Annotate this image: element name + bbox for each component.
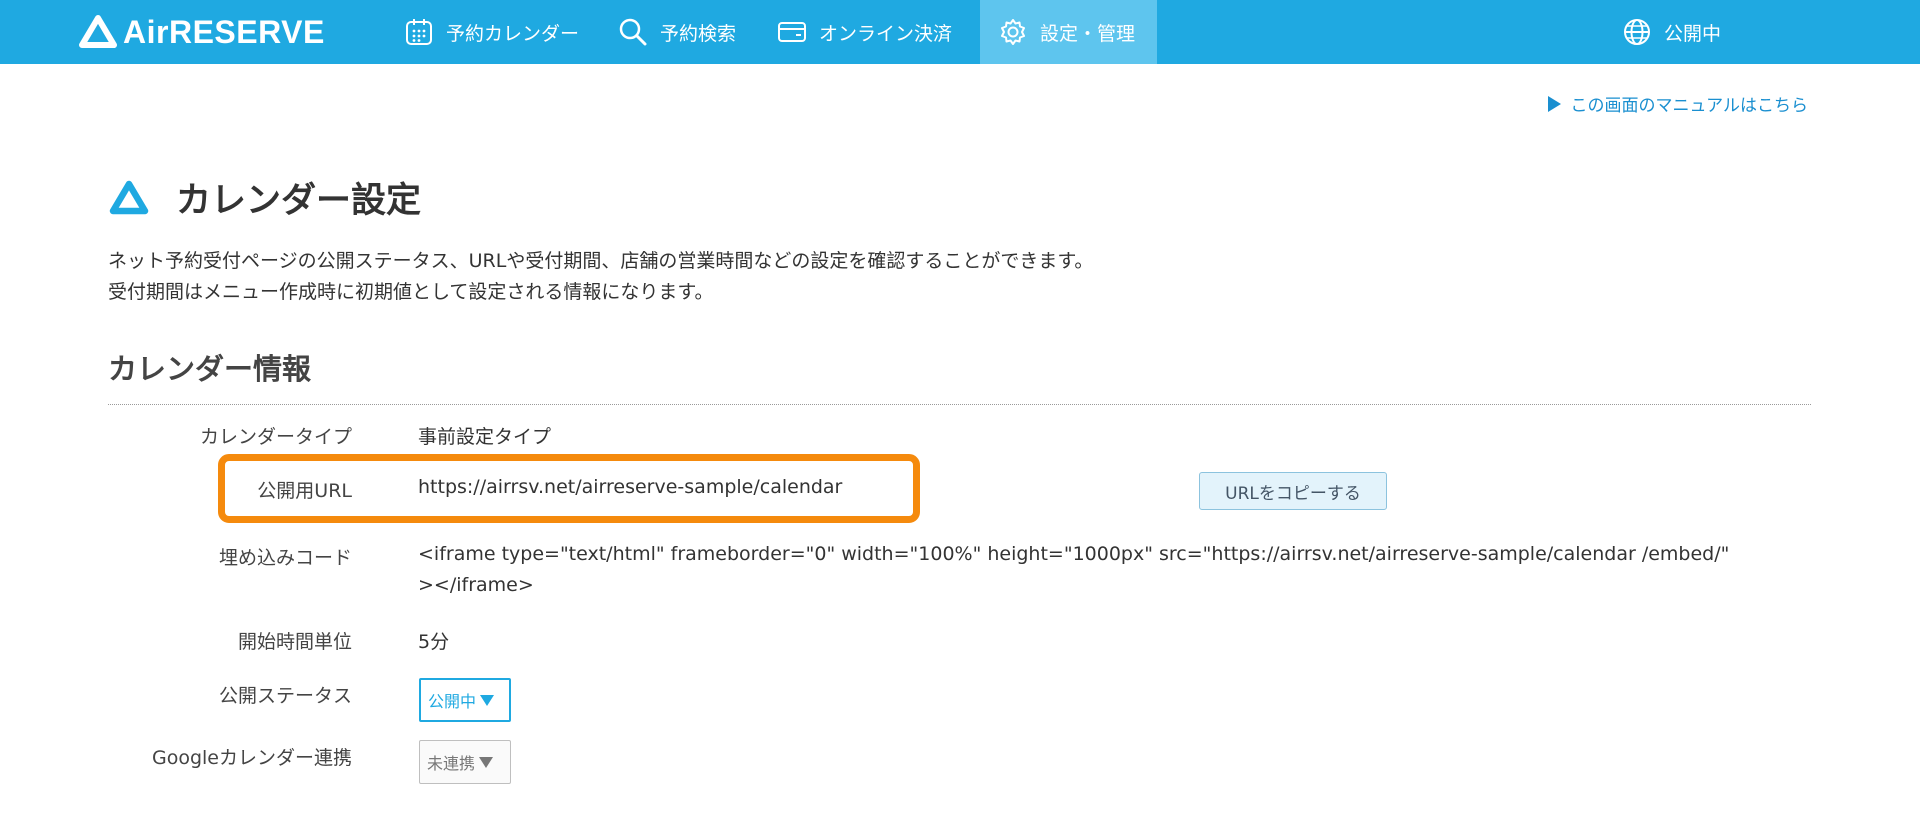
section-divider	[108, 404, 1811, 405]
nav-online-payment[interactable]: オンライン決済	[759, 0, 970, 64]
google-calendar-label: Googleカレンダー連携	[151, 747, 352, 769]
start-time-unit-label: 開始時間単位	[237, 631, 352, 653]
top-navigation-bar: AirRESERVE 予約カレンダー 予約検索 オンライン決済 設定・管理 公開…	[0, 0, 1920, 64]
embed-code-line-1[interactable]: <iframe type="text/html" frameborder="0"…	[418, 543, 1729, 565]
play-triangle-icon	[1547, 95, 1561, 112]
start-time-unit-value: 5分	[418, 631, 450, 653]
nav-reservation-search[interactable]: 予約検索	[600, 0, 754, 64]
nav-reservation-search-label: 予約検索	[660, 22, 737, 45]
page-title: カレンダー設定	[176, 181, 422, 221]
embed-code-label: 埋め込みコード	[218, 547, 352, 569]
nav-settings-management[interactable]: 設定・管理	[980, 0, 1157, 64]
public-status-select[interactable]: 公開中	[419, 678, 511, 722]
gear-icon	[1001, 19, 1025, 45]
embed-code-line-2[interactable]: ></iframe>	[418, 574, 534, 596]
calendar-icon	[406, 19, 432, 45]
public-status-select-value: 公開中	[428, 692, 477, 711]
globe-icon	[1624, 19, 1650, 45]
nav-reservation-calendar-label: 予約カレンダー	[446, 22, 580, 45]
manual-link[interactable]: この画面のマニュアルはこちら	[1547, 91, 1809, 116]
public-status-label: 公開ステータス	[218, 685, 352, 707]
calendar-type-value: 事前設定タイプ	[418, 426, 552, 448]
section-title-calendar-info: カレンダー情報	[108, 352, 312, 386]
description-line-1: ネット予約受付ページの公開ステータス、URLや受付期間、店舗の営業時間などの設定…	[108, 250, 1094, 272]
dropdown-arrow-icon	[479, 756, 494, 768]
nav-settings-management-label: 設定・管理	[1040, 22, 1136, 45]
logo-triangle-icon	[79, 15, 117, 48]
nav-reservation-calendar[interactable]: 予約カレンダー	[386, 0, 597, 64]
google-calendar-select-value: 未連携	[427, 754, 476, 773]
page-heading: カレンダー設定	[108, 172, 421, 223]
app-logo[interactable]: AirRESERVE	[78, 12, 325, 52]
nav-public-status[interactable]: 公開中	[1604, 0, 1739, 64]
manual-link-label: この画面のマニュアルはこちら	[1570, 96, 1809, 116]
dropdown-arrow-icon	[480, 694, 495, 706]
nav-public-status-label: 公開中	[1664, 22, 1722, 45]
public-url-value[interactable]: https://airrsv.net/airreserve-sample/cal…	[418, 476, 842, 498]
page-description: ネット予約受付ページの公開ステータス、URLや受付期間、店舗の営業時間などの設定…	[108, 246, 1093, 308]
logo-text: AirRESERVE	[123, 14, 325, 50]
public-url-label: 公開用URL	[257, 480, 352, 502]
search-icon	[619, 18, 647, 46]
title-triangle-icon	[109, 180, 149, 214]
description-line-2: 受付期間はメニュー作成時に初期値として設定される情報になります。	[108, 281, 714, 303]
nav-online-payment-label: オンライン決済	[819, 22, 953, 45]
calendar-type-label: カレンダータイプ	[199, 426, 352, 448]
credit-card-icon	[778, 22, 806, 42]
copy-url-button[interactable]: URLをコピーする	[1199, 472, 1387, 510]
google-calendar-select[interactable]: 未連携	[419, 740, 511, 784]
